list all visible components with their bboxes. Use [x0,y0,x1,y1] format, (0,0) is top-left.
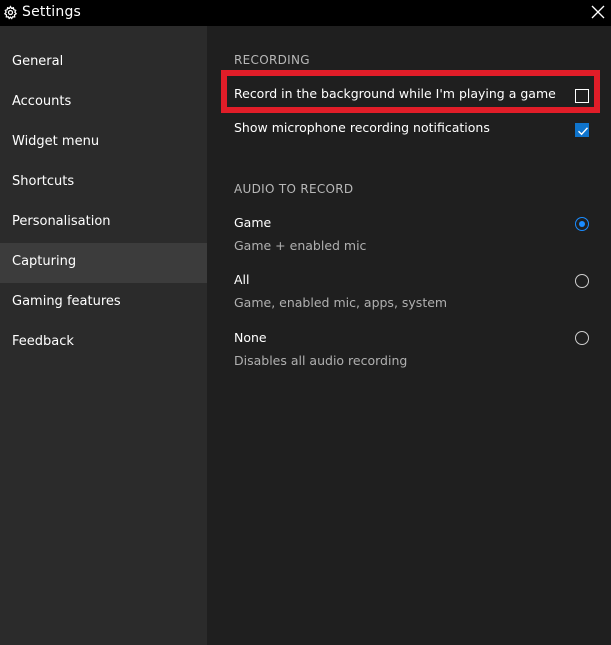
audio-option-none-label: None [234,330,267,345]
audio-option-none-description: Disables all audio recording [234,353,408,368]
mic-notifications-checkbox[interactable] [575,123,589,137]
audio-option-none-radio[interactable] [575,331,589,345]
sidebar-item-personalisation[interactable]: Personalisation [0,203,207,243]
recording-section-header: RECORDING [234,53,310,67]
audio-option-game-radio[interactable] [575,217,589,231]
sidebar-item-accounts[interactable]: Accounts [0,83,207,123]
sidebar-item-label: General [12,54,64,69]
sidebar-item-feedback[interactable]: Feedback [0,323,207,363]
audio-section-header: AUDIO TO RECORD [234,182,354,196]
sidebar-item-label: Capturing [12,254,77,269]
close-icon [591,5,605,19]
sidebar-item-general[interactable]: General [0,43,207,83]
mic-notifications-label: Show microphone recording notifications [234,120,490,135]
checkmark-icon [578,127,589,136]
sidebar-item-label: Widget menu [12,134,100,149]
sidebar-item-shortcuts[interactable]: Shortcuts [0,163,207,203]
audio-option-game-description: Game + enabled mic [234,238,367,253]
close-button[interactable] [585,0,611,26]
settings-sidebar: General Accounts Widget menu Shortcuts P… [0,26,207,645]
audio-option-all-description: Game, enabled mic, apps, system [234,295,448,310]
audio-option-all-radio[interactable] [575,274,589,288]
gear-icon [3,5,18,20]
radio-selected-dot [578,220,585,227]
background-record-checkbox[interactable] [575,89,589,103]
sidebar-item-label: Accounts [12,94,72,109]
sidebar-item-label: Shortcuts [12,174,75,189]
settings-window: Settings General Accounts Widget menu Sh… [0,0,611,645]
audio-option-game-label: Game [234,215,272,230]
background-record-label: Record in the background while I'm playi… [234,86,556,101]
sidebar-item-capturing[interactable]: Capturing [0,243,207,283]
sidebar-item-label: Personalisation [12,214,111,229]
audio-option-all-label: All [234,272,250,287]
sidebar-item-gaming-features[interactable]: Gaming features [0,283,207,323]
sidebar-item-label: Feedback [12,334,74,349]
sidebar-item-label: Gaming features [12,294,121,309]
sidebar-item-widget-menu[interactable]: Widget menu [0,123,207,163]
title-bar: Settings [0,0,611,26]
window-title: Settings [22,4,82,20]
capturing-settings-panel: RECORDING Record in the background while… [207,26,611,645]
